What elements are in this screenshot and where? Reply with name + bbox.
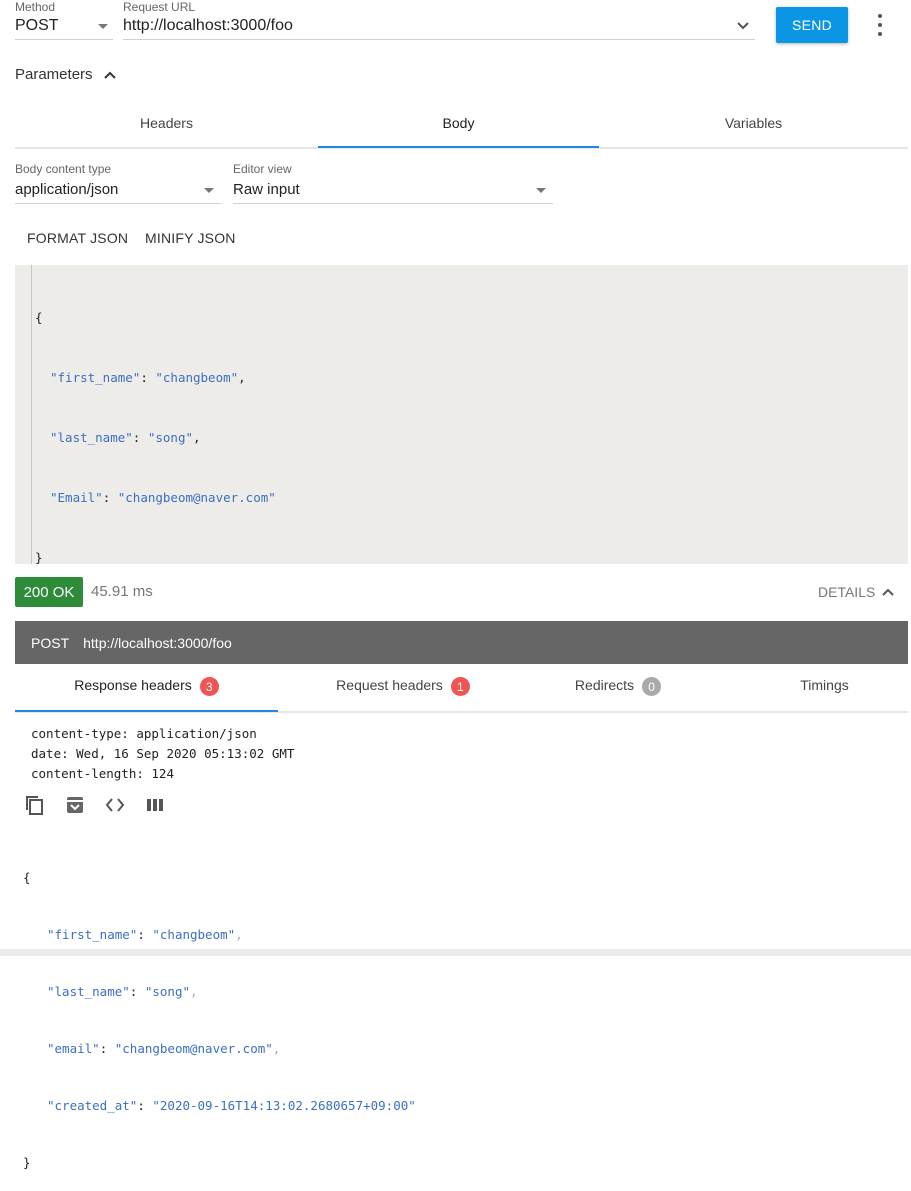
- editor-view-select[interactable]: Raw input: [233, 177, 553, 204]
- json-value: "changbeom@naver.com": [114, 1041, 273, 1056]
- save-icon[interactable]: [64, 794, 86, 816]
- json-comma: ,: [238, 370, 246, 385]
- request-headers-count-badge: 1: [450, 677, 470, 696]
- tab-label: Response headers: [74, 677, 192, 694]
- parameters-toggle[interactable]: Parameters: [15, 66, 117, 83]
- body-editor[interactable]: { "first_name": "changbeom", "last_name"…: [15, 265, 908, 565]
- editor-open-brace: {: [35, 310, 43, 325]
- columns-icon[interactable]: [144, 794, 166, 816]
- response-header-line: content-type: application/json: [31, 726, 257, 741]
- response-line: "created_at": "2020-09-16T14:13:02.26806…: [47, 1098, 416, 1113]
- request-url-value: http://localhost:3000/foo: [123, 17, 293, 34]
- editor-view-value: Raw input: [233, 181, 300, 198]
- editor-line: "Email": "changbeom@naver.com": [50, 490, 276, 505]
- response-close-brace: }: [23, 1155, 31, 1170]
- redirects-count-badge: 0: [642, 677, 662, 696]
- body-content-type-label: Body content type: [15, 162, 112, 176]
- json-key: "created_at": [47, 1098, 138, 1113]
- more-options-icon[interactable]: [872, 14, 888, 36]
- tab-variables[interactable]: Variables: [599, 115, 908, 131]
- json-key: "first_name": [50, 370, 141, 385]
- content-type-dropdown-icon: [204, 188, 214, 193]
- json-key: "Email": [50, 490, 103, 505]
- method-select[interactable]: POST: [15, 14, 113, 40]
- active-tab-indicator: [318, 146, 599, 148]
- json-value: "changbeom": [155, 370, 239, 385]
- tab-request-headers[interactable]: Request headers 1: [278, 677, 528, 696]
- json-comma: ,: [193, 430, 201, 445]
- response-header-line: date: Wed, 16 Sep 2020 05:13:02 GMT: [31, 746, 295, 761]
- editor-gutter: [15, 265, 32, 564]
- response-headers-list: content-type: application/json date: Wed…: [31, 724, 294, 784]
- method-value: POST: [15, 17, 59, 34]
- bar-url: http://localhost:3000/foo: [83, 634, 232, 651]
- body-content-type-value: application/json: [15, 181, 119, 198]
- editor-close-brace: }: [35, 550, 43, 565]
- request-tabs: Headers Body Variables: [15, 100, 908, 150]
- json-comma: ,: [272, 1041, 281, 1056]
- tab-headers[interactable]: Headers: [15, 115, 318, 131]
- horizontal-scrollbar[interactable]: [0, 949, 911, 956]
- status-badge: 200 OK: [15, 577, 83, 607]
- details-toggle[interactable]: DETAILS: [818, 584, 895, 600]
- response-toolbar: [24, 794, 166, 816]
- editor-view-label: Editor view: [233, 162, 292, 176]
- json-value: "changbeom": [152, 927, 236, 942]
- method-dropdown-icon: [98, 24, 108, 29]
- tab-response-headers[interactable]: Response headers 3: [15, 677, 278, 696]
- editor-code: { "first_name": "changbeom", "last_name"…: [35, 268, 276, 608]
- details-label: DETAILS: [818, 584, 876, 600]
- response-line: "first_name": "changbeom",: [47, 927, 243, 942]
- request-url-label: Request URL: [123, 0, 196, 14]
- format-json-button[interactable]: FORMAT JSON: [27, 230, 128, 246]
- tab-body[interactable]: Body: [318, 115, 599, 131]
- method-label: Method: [15, 0, 56, 14]
- response-request-bar: POST http://localhost:3000/foo: [15, 621, 908, 664]
- response-open-brace: {: [23, 870, 31, 885]
- json-comma: ,: [235, 927, 243, 942]
- json-key: "email": [47, 1041, 100, 1056]
- response-header-line: content-length: 124: [31, 766, 174, 781]
- response-headers-count-badge: 3: [199, 677, 219, 696]
- tab-label: Request headers: [336, 677, 443, 694]
- json-key: "last_name": [50, 430, 133, 445]
- json-value: "2020-09-16T14:13:02.2680657+09:00": [152, 1098, 416, 1113]
- editor-line: "last_name": "song",: [50, 430, 201, 445]
- minify-json-button[interactable]: MINIFY JSON: [145, 230, 236, 246]
- json-value: "song": [147, 430, 194, 445]
- copy-icon[interactable]: [24, 794, 46, 816]
- json-value: "song": [144, 984, 191, 999]
- active-response-tab-indicator: [15, 710, 278, 712]
- tab-redirects[interactable]: Redirects 0: [528, 677, 708, 696]
- tab-timings[interactable]: Timings: [728, 677, 911, 693]
- chevron-up-icon: [103, 68, 117, 82]
- body-content-type-select[interactable]: application/json: [15, 177, 221, 204]
- response-line: "email": "changbeom@naver.com",: [47, 1041, 281, 1056]
- url-history-chevron-icon[interactable]: [735, 17, 751, 38]
- json-value: "changbeom@naver.com": [117, 490, 276, 505]
- parameters-label: Parameters: [15, 66, 93, 83]
- response-time: 45.91 ms: [91, 583, 153, 600]
- response-body: { "first_name": "changbeom", "last_name"…: [23, 830, 416, 1191]
- tab-label: Redirects: [574, 677, 635, 694]
- request-url-input[interactable]: http://localhost:3000/foo: [123, 14, 755, 40]
- code-icon[interactable]: [104, 794, 126, 816]
- send-button[interactable]: SEND: [776, 7, 848, 43]
- response-tabs: Response headers 3 Request headers 1 Redir…: [15, 664, 908, 714]
- bar-method: POST: [31, 634, 70, 651]
- json-key: "first_name": [47, 927, 138, 942]
- response-line: "last_name": "song",: [47, 984, 198, 999]
- json-comma: ,: [190, 984, 198, 999]
- chevron-up-icon: [881, 585, 895, 599]
- editor-view-dropdown-icon: [536, 188, 546, 193]
- json-key: "last_name": [47, 984, 130, 999]
- editor-line: "first_name": "changbeom",: [50, 370, 246, 385]
